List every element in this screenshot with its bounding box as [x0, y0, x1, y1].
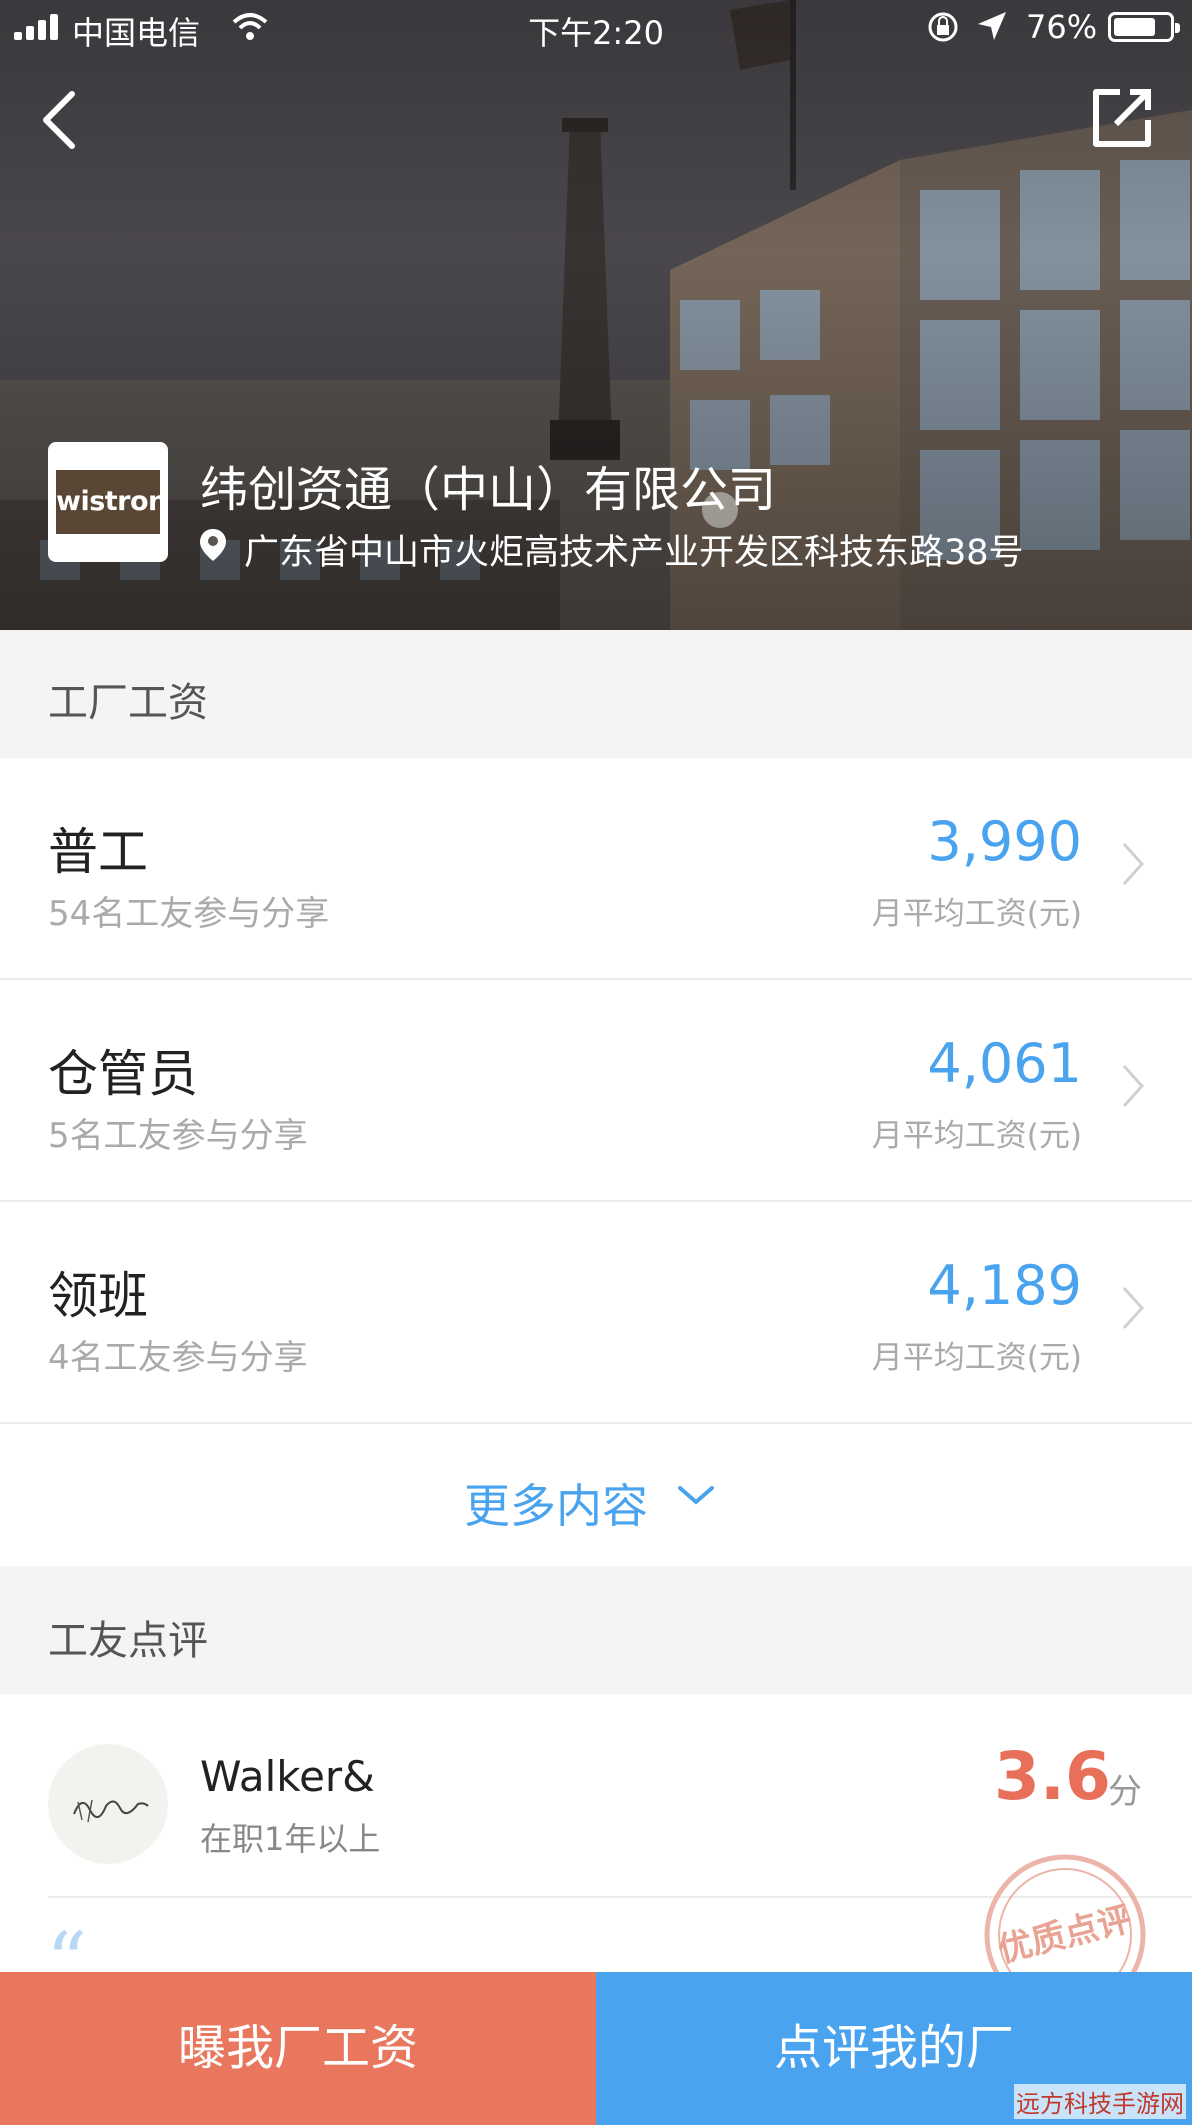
job-title: 仓管员: [48, 1045, 198, 1103]
watermark: 远方科技手游网: [1014, 2084, 1186, 2119]
salary-unit: 月平均工资(元): [871, 1340, 1082, 1376]
reviewer-name: Walker&: [200, 1752, 375, 1801]
share-salary-button[interactable]: 曝我厂工资: [0, 1972, 596, 2125]
location-arrow-icon: [978, 12, 1006, 40]
battery-level: [1114, 18, 1156, 36]
salary-unit: 月平均工资(元): [871, 1118, 1082, 1154]
company-logo-text: wistron: [56, 470, 167, 534]
more-content-button[interactable]: 更多内容: [0, 1426, 1192, 1566]
chevron-right-icon: [1122, 842, 1145, 886]
stamp-text: 优质点评: [994, 1899, 1136, 1971]
company-header: 中国电信 下午2:20 76% wistron 纬创资通（中山）有限公司 广东省…: [0, 0, 1192, 630]
chevron-right-icon: [1122, 1286, 1145, 1330]
review-card[interactable]: Walker& 在职1年以上 3.6 分 “ 优质点评: [0, 1694, 1192, 2016]
review-section-header: 工友点评: [0, 1566, 1192, 1694]
company-address: 广东省中山市火炬高技术产业开发区科技东路38号: [244, 533, 1024, 573]
status-time: 下午2:20: [528, 14, 664, 52]
rotation-lock-icon: [928, 12, 958, 42]
salary-row-team-leader[interactable]: 领班 4名工友参与分享 4,189 月平均工资(元): [0, 1202, 1192, 1424]
review-score: 3.6: [994, 1738, 1111, 1815]
location-pin-icon: [200, 529, 226, 561]
signature-avatar-image: [73, 1799, 149, 1823]
salary-amount: 4,189: [927, 1254, 1082, 1317]
participants-count: 54名工友参与分享: [48, 894, 330, 934]
chevron-right-icon: [1122, 1064, 1145, 1108]
status-bar: 中国电信 下午2:20 76%: [0, 0, 1192, 54]
battery-percentage: 76%: [1026, 8, 1098, 46]
company-logo: wistron: [48, 442, 168, 562]
salary-row-warehouse-keeper[interactable]: 仓管员 5名工友参与分享 4,061 月平均工资(元): [0, 980, 1192, 1202]
share-button[interactable]: [1090, 86, 1154, 150]
battery-icon: [1108, 12, 1180, 42]
salary-section-header: 工厂工资: [0, 630, 1192, 758]
back-button[interactable]: [36, 88, 90, 152]
job-title: 领班: [48, 1267, 148, 1325]
salary-amount: 4,061: [927, 1032, 1082, 1095]
avatar: [48, 1744, 168, 1864]
more-content-label: 更多内容: [464, 1479, 648, 1533]
review-section-title: 工友点评: [48, 1618, 208, 1664]
participants-count: 5名工友参与分享: [48, 1116, 308, 1156]
company-name: 纬创资通（中山）有限公司: [200, 462, 777, 518]
review-score-unit: 分: [1108, 1772, 1142, 1812]
job-title: 普工: [48, 823, 148, 881]
salary-section-title: 工厂工资: [48, 680, 208, 726]
reviewer-tenure: 在职1年以上: [200, 1820, 381, 1858]
chevron-down-icon: [678, 1486, 714, 1505]
salary-unit: 月平均工资(元): [871, 896, 1082, 932]
salary-row-general-worker[interactable]: 普工 54名工友参与分享 3,990 月平均工资(元): [0, 758, 1192, 980]
participants-count: 4名工友参与分享: [48, 1338, 308, 1378]
salary-amount: 3,990: [927, 810, 1082, 873]
